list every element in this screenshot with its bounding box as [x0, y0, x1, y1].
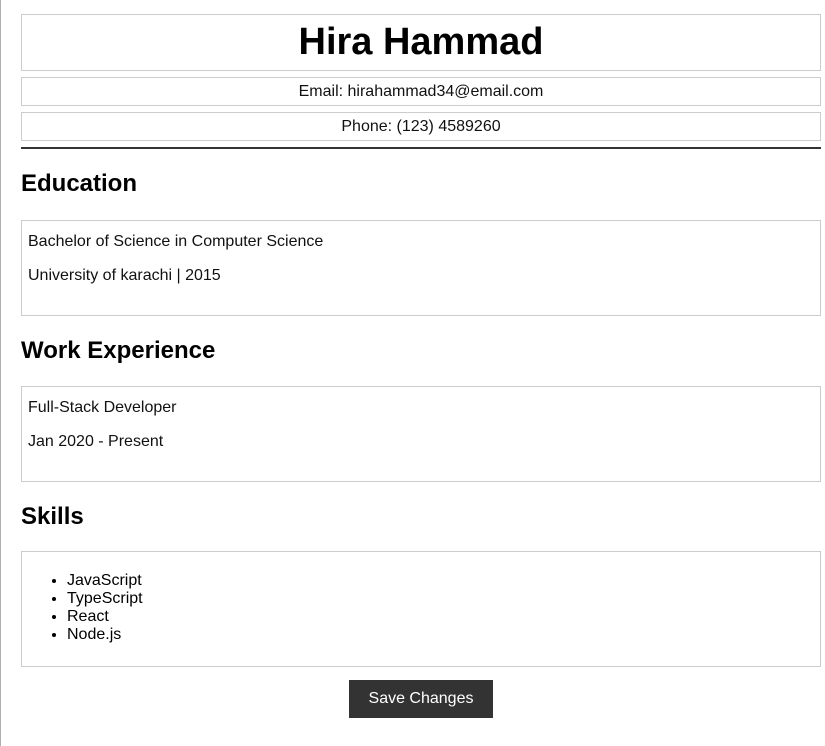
skill-item[interactable]: JavaScript — [67, 572, 820, 590]
resume-container: Hira Hammad Email: hirahammad34@email.co… — [21, 14, 821, 667]
work-role[interactable]: Full-Stack Developer — [28, 399, 814, 417]
education-school[interactable]: University of karachi | 2015 — [28, 267, 814, 285]
education-heading: Education — [21, 170, 138, 197]
education-box[interactable]: Bachelor of Science in Computer Science … — [21, 220, 821, 316]
header-divider — [21, 147, 821, 149]
phone-field[interactable]: Phone: (123) 4589260 — [21, 112, 821, 141]
name-field[interactable]: Hira Hammad — [21, 14, 821, 71]
skill-item[interactable]: Node.js — [67, 626, 820, 644]
work-box[interactable]: Full-Stack Developer Jan 2020 - Present — [21, 386, 821, 482]
work-period[interactable]: Jan 2020 - Present — [28, 433, 814, 451]
skill-item[interactable]: TypeScript — [67, 590, 820, 608]
skills-section: Skills JavaScript TypeScript React Node.… — [21, 500, 821, 667]
education-degree[interactable]: Bachelor of Science in Computer Science — [28, 233, 814, 251]
skills-list: JavaScript TypeScript React Node.js — [22, 572, 820, 644]
skills-heading: Skills — [21, 503, 84, 530]
work-section: Work Experience Full-Stack Developer Jan… — [21, 334, 821, 482]
education-section: Education Bachelor of Science in Compute… — [21, 167, 821, 316]
email-field[interactable]: Email: hirahammad34@email.com — [21, 77, 821, 106]
work-heading: Work Experience — [21, 337, 216, 364]
save-changes-button[interactable]: Save Changes — [349, 680, 493, 718]
skill-item[interactable]: React — [67, 608, 820, 626]
skills-box[interactable]: JavaScript TypeScript React Node.js — [21, 551, 821, 667]
window-left-edge — [0, 0, 1, 746]
